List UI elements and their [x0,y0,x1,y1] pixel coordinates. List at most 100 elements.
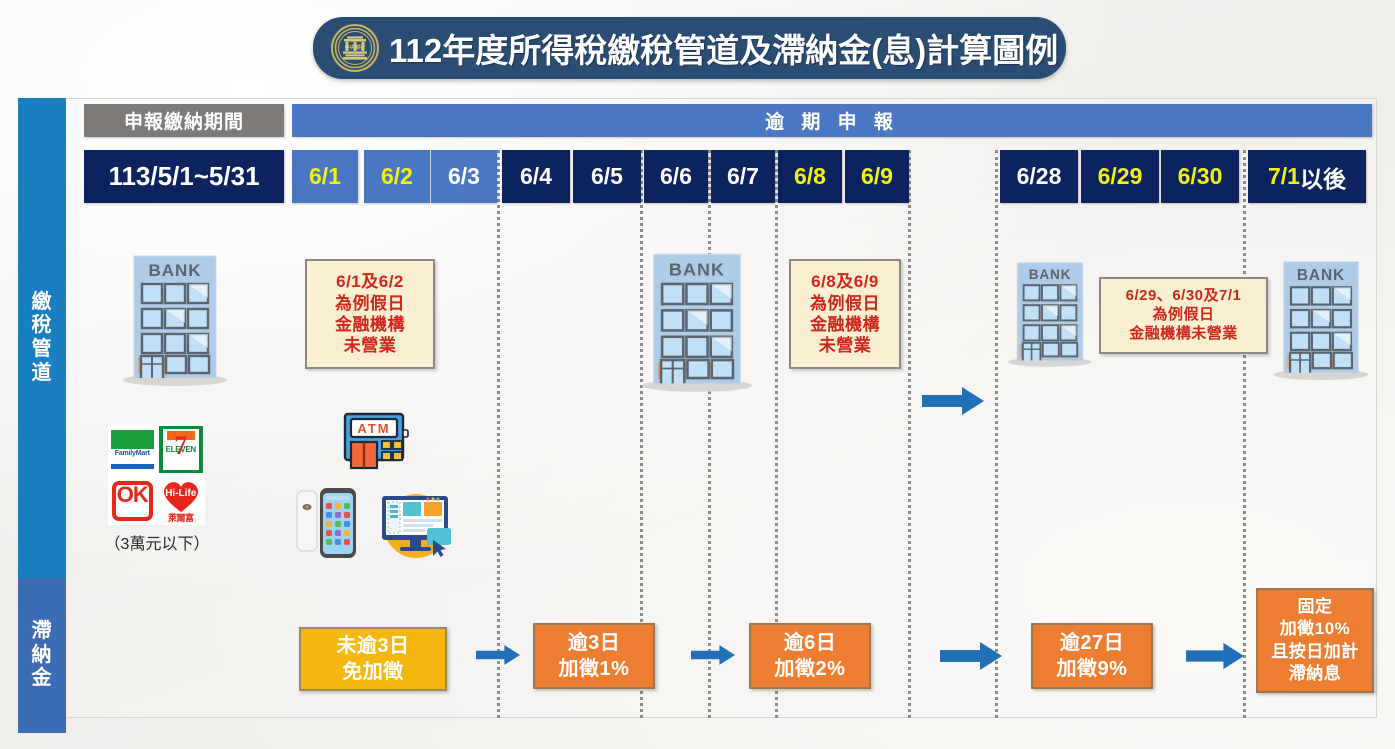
arrow-fee-1-icon [476,641,520,669]
date-chip-label-prefix: 7/1 [1268,163,1300,189]
arrow-fee-3-icon [940,641,1002,671]
penalty-line: 未逾3日 [336,635,410,657]
date-chip-label: 6/6 [660,163,692,189]
pb-1: 逾3日加徵1% [533,623,655,689]
penalty-line: 逾3日 [567,632,621,654]
note-line: 6/8及6/9 [811,272,879,292]
note-line: 為例假日 [810,293,880,313]
title-banner: 中央銀行 112年度所得稅繳稅管道及滯納金(息)計算圖例 [313,17,1066,79]
bank-building-icon: BANK [1271,252,1371,388]
penalty-line: 加徵9% [1056,658,1128,680]
sidebar-tax-char-2: 管 [31,338,53,360]
bank-building-icon: BANK [637,248,757,396]
date-chip-label: 6/3 [448,163,480,189]
date-chip-label: 6/9 [861,163,893,189]
note-line: 為例假日 [335,293,405,313]
arrow-tax-gap-icon [922,386,984,416]
penalty-line: 免加徵 [342,661,404,683]
note-6-29-6-30-7-1: 6/29、6/30及7/1 為例假日 金融機構未營業 [1099,277,1268,354]
note-line: 未營業 [818,336,872,356]
seven-eleven-label: ELEVEN [165,445,197,454]
seven-eleven-logo-icon: 7 ELEVEN [156,424,205,475]
svg-text:ATM: ATM [357,421,390,436]
date-chip-6-4[interactable]: 6/4 [502,150,570,203]
sidebar-late-char-0: 滯 [31,620,53,643]
note-line: 金融機構未營業 [1129,324,1238,342]
sidebar-late-char-1: 納 [31,643,53,666]
header-overdue-filing: 逾 期 申 報 [292,104,1372,137]
sidebar-tax-char-0: 繳 [31,290,53,313]
sidebar-tax-char-3: 道 [31,361,53,384]
sidebar-tax-char-1: 稅 [31,314,53,337]
page-title: 112年度所得稅繳稅管道及滯納金(息)計算圖例 [389,32,1059,69]
hilife-label: Hi-Life [165,487,197,499]
chip-filing-period: 113/5/1~5/31 [84,150,284,203]
column-separator-0 [497,150,500,718]
date-chip-6-2[interactable]: 6/2 [364,150,430,203]
column-separator-6 [1243,150,1246,718]
atm-icon: ATM [341,410,411,480]
hilife-sub-label: 萊爾富 [167,512,194,523]
date-chip-6-8[interactable]: 6/8 [778,150,842,203]
okmart-label: OK [116,481,149,507]
convenience-store-logos: FamilyMart 7 ELEVEN OK Hi-Life 萊爾富 [108,424,205,525]
mobile-phone-icon [295,486,359,560]
date-chip-6-1[interactable]: 6/1 [292,150,358,203]
note-line: 6/29、6/30及7/1 [1125,287,1242,305]
date-chip-6-28[interactable]: 6/28 [1000,150,1078,203]
online-banking-icon [370,488,462,560]
date-chip-label: 6/1 [309,163,341,189]
store-limit-note: （3萬元以下） [104,536,210,553]
penalty-line: 加徵2% [774,658,846,680]
hilife-logo-icon: Hi-Life 萊爾富 [156,474,205,525]
pb-4: 固定 加徵10% 且按日加計 滯納息 [1256,588,1374,693]
date-chip-label: 6/28 [1016,163,1062,189]
svg-text:BANK: BANK [669,259,725,279]
svg-text:中央銀行: 中央銀行 [345,43,367,51]
date-chip-6-30[interactable]: 6/30 [1161,150,1239,203]
okmart-logo-icon: OK [108,474,157,525]
penalty-line: 加徵1% [558,658,630,680]
date-chip-6-9[interactable]: 6/9 [845,150,909,203]
familymart-logo-icon: FamilyMart [108,424,157,475]
date-chip-label: 6/2 [381,163,413,189]
date-chip-6-3[interactable]: 6/3 [431,150,497,203]
bank-building-icon: BANK [1006,252,1094,376]
note-6-1-6-2: 6/1及6/2 為例假日 金融機構 未營業 [305,259,435,369]
svg-text:BANK: BANK [148,261,201,280]
date-chip-6-29[interactable]: 6/29 [1081,150,1159,203]
penalty-line: 加徵10% [1279,619,1351,639]
pb-2: 逾6日加徵2% [749,623,871,689]
familymart-label: FamilyMart [114,450,150,457]
column-separator-2 [708,150,711,718]
sidebar-tax-channel: 繳 稅 管 道 [18,98,66,578]
date-chip-label: 6/7 [727,163,759,189]
column-separator-5 [995,150,998,718]
date-chip-6-6[interactable]: 6/6 [644,150,708,203]
note-line: 6/1及6/2 [336,272,404,292]
date-chip-label: 6/5 [591,163,623,189]
svg-text:BANK: BANK [1297,267,1345,284]
svg-text:BANK: BANK [1029,267,1071,282]
penalty-line: 逾6日 [783,632,837,654]
penalty-line: 滯納息 [1288,663,1342,683]
pb-3: 逾27日 加徵9% [1031,623,1153,689]
note-line: 金融機構 [810,315,880,334]
arrow-fee-4-icon [1186,641,1244,671]
central-bank-logo-icon: 中央銀行 [331,24,379,72]
date-chip-label: 6/30 [1177,163,1223,189]
date-chip-7-1--[interactable]: 7/1 以後 [1248,150,1366,203]
penalty-line: 固定 [1297,597,1333,617]
date-chip-6-5[interactable]: 6/5 [573,150,641,203]
penalty-line: 且按日加計 [1271,641,1359,661]
date-chip-label: 6/4 [520,163,552,189]
arrow-fee-2-icon [691,641,735,669]
sidebar-late-char-2: 金 [31,667,53,690]
bank-building-icon: BANK [120,250,230,390]
note-6-8-6-9: 6/8及6/9 為例假日金融機構未營業 [789,259,901,369]
date-chip-label-suffix: 以後 [1299,165,1346,192]
date-chip-label: 6/29 [1097,163,1143,189]
date-chip-6-7[interactable]: 6/7 [711,150,775,203]
note-line: 未營業 [343,336,397,356]
header-filing-period: 申報繳納期間 [84,104,284,137]
